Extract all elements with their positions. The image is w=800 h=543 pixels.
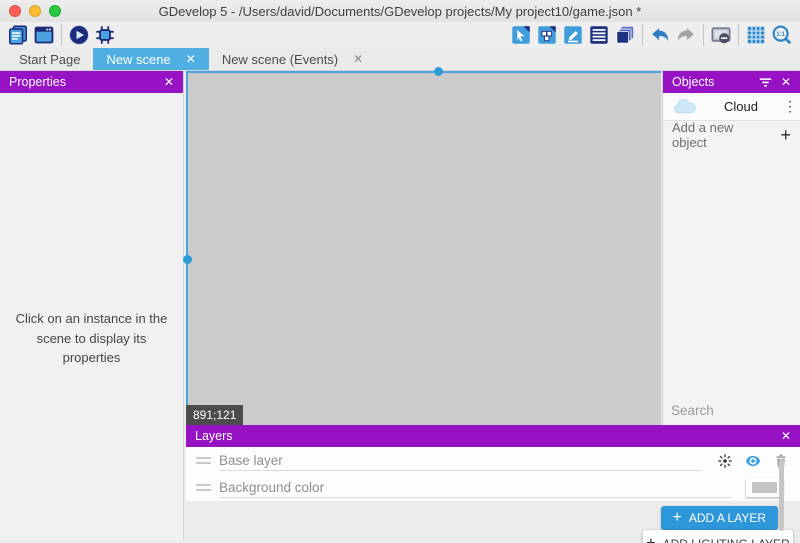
- launch-debugger-button[interactable]: [92, 23, 118, 47]
- toolbar-separator: [703, 24, 704, 46]
- zoom-1-1-icon: 1:1: [771, 24, 793, 46]
- scene-canvas[interactable]: 891;121: [186, 71, 661, 425]
- object-name: Cloud: [699, 99, 783, 114]
- start-page-icon: [33, 24, 55, 46]
- layers-panel-header: Layers ✕: [186, 425, 800, 447]
- tab-label: New scene (Events): [222, 52, 338, 67]
- plus-icon: +: [780, 126, 791, 144]
- layers-footer: + ADD A LAYER + ADD LIGHTING LAYER: [186, 501, 800, 543]
- toolbar-separator: [642, 24, 643, 46]
- open-objects-editor-button[interactable]: [534, 23, 560, 47]
- debugger-icon: [94, 24, 116, 46]
- tab-new-scene-events[interactable]: New scene (Events) ✕: [209, 48, 376, 70]
- tab-close-icon[interactable]: ✕: [353, 52, 363, 66]
- tab-start-page[interactable]: Start Page: [6, 48, 93, 70]
- cloud-icon: [671, 99, 699, 115]
- panel-title: Objects: [672, 75, 714, 89]
- lighting-flare-icon[interactable]: [716, 452, 734, 470]
- fullscreen-window-button[interactable]: [49, 5, 61, 17]
- play-icon: [68, 24, 90, 46]
- objects-search-row: [663, 397, 800, 423]
- project-manager-button[interactable]: [5, 23, 31, 47]
- close-window-button[interactable]: [9, 5, 21, 17]
- cursor-coordinates-badge: 891;121: [186, 405, 243, 425]
- add-layer-button[interactable]: + ADD A LAYER: [661, 506, 779, 530]
- color-swatch: [752, 482, 777, 493]
- grid-icon: [745, 24, 767, 46]
- scene-window-border-top: [186, 71, 661, 73]
- add-lighting-layer-button[interactable]: + ADD LIGHTING LAYER: [643, 530, 793, 543]
- layers-scrollbar-thumb[interactable]: [779, 459, 784, 531]
- instances-list-icon: [588, 24, 610, 46]
- drag-handle-icon[interactable]: [196, 457, 211, 464]
- minimize-window-button[interactable]: [29, 5, 41, 17]
- layer-name-input[interactable]: [219, 477, 732, 498]
- tabbar: Start Page New scene ✕ New scene (Events…: [0, 48, 800, 71]
- layer-name-input[interactable]: [219, 450, 702, 471]
- resize-handle-top[interactable]: [434, 67, 443, 76]
- scene-window-border-left: [186, 71, 188, 425]
- close-panel-icon[interactable]: ✕: [156, 75, 174, 89]
- close-panel-icon[interactable]: ✕: [773, 75, 791, 89]
- edit-scene-properties-button[interactable]: [508, 23, 534, 47]
- filter-icon[interactable]: [758, 75, 773, 90]
- window-controls: [9, 5, 61, 17]
- drag-handle-icon[interactable]: [196, 484, 211, 491]
- toolbar-separator: [61, 24, 62, 46]
- objects-panel: Objects ✕ Cloud ⋮ Add a new object +: [662, 71, 800, 425]
- redo-button[interactable]: [673, 23, 699, 47]
- redo-icon: [675, 24, 697, 46]
- resize-handle-left[interactable]: [183, 255, 192, 264]
- objects-editor-icon: [536, 24, 558, 46]
- tab-new-scene[interactable]: New scene ✕: [93, 48, 208, 70]
- titlebar: GDevelop 5 - /Users/david/Documents/GDev…: [0, 0, 800, 22]
- plus-icon: +: [673, 510, 682, 526]
- properties-panel-header: Properties ✕: [0, 71, 183, 93]
- panel-title: Properties: [9, 75, 66, 89]
- close-panel-icon[interactable]: ✕: [773, 429, 791, 443]
- panel-title: Layers: [195, 429, 233, 443]
- undo-button[interactable]: [647, 23, 673, 47]
- window-mask-icon: [710, 24, 732, 46]
- objects-search-input[interactable]: [671, 403, 800, 418]
- layers-panel: Layers ✕: [186, 425, 800, 543]
- zoom-level-label: 1:1: [776, 32, 785, 38]
- toolbar: 1:1: [0, 22, 800, 48]
- plus-icon: +: [646, 536, 655, 543]
- project-manager-icon: [7, 24, 29, 46]
- background-color-swatch-button[interactable]: [746, 478, 783, 497]
- toolbar-separator: [738, 24, 739, 46]
- toggle-grid-button[interactable]: [743, 23, 769, 47]
- visibility-eye-icon[interactable]: [744, 452, 762, 470]
- properties-empty-message: Click on an instance in the scene to dis…: [0, 309, 183, 368]
- layers-stack-icon: [614, 24, 636, 46]
- main-area: Properties ✕ Click on an instance in the…: [0, 71, 800, 543]
- pencil-icon: [562, 24, 584, 46]
- add-object-button[interactable]: Add a new object +: [663, 121, 800, 148]
- zoom-original-button[interactable]: 1:1: [769, 23, 795, 47]
- tab-close-icon[interactable]: ✕: [186, 52, 196, 66]
- scene-properties-icon: [510, 24, 532, 46]
- undo-icon: [649, 24, 671, 46]
- properties-panel: Properties ✕ Click on an instance in the…: [0, 71, 184, 540]
- layer-row-background: [186, 474, 800, 501]
- open-instances-list-button[interactable]: [586, 23, 612, 47]
- object-menu-icon[interactable]: ⋮: [783, 98, 793, 115]
- objects-panel-header: Objects ✕: [663, 71, 800, 93]
- toggle-window-mask-button[interactable]: [708, 23, 734, 47]
- open-layers-editor-button[interactable]: [612, 23, 638, 47]
- window-title: GDevelop 5 - /Users/david/Documents/GDev…: [0, 4, 800, 19]
- tab-label: Start Page: [19, 52, 80, 67]
- launch-preview-button[interactable]: [66, 23, 92, 47]
- layer-row-base: [186, 447, 800, 474]
- start-page-button[interactable]: [31, 23, 57, 47]
- object-row-cloud[interactable]: Cloud ⋮: [663, 93, 800, 121]
- add-lighting-layer-label: ADD LIGHTING LAYER: [663, 537, 790, 543]
- add-object-label: Add a new object: [672, 120, 769, 150]
- tab-label: New scene: [106, 52, 170, 67]
- edit-object-button[interactable]: [560, 23, 586, 47]
- add-layer-label: ADD A LAYER: [689, 511, 766, 525]
